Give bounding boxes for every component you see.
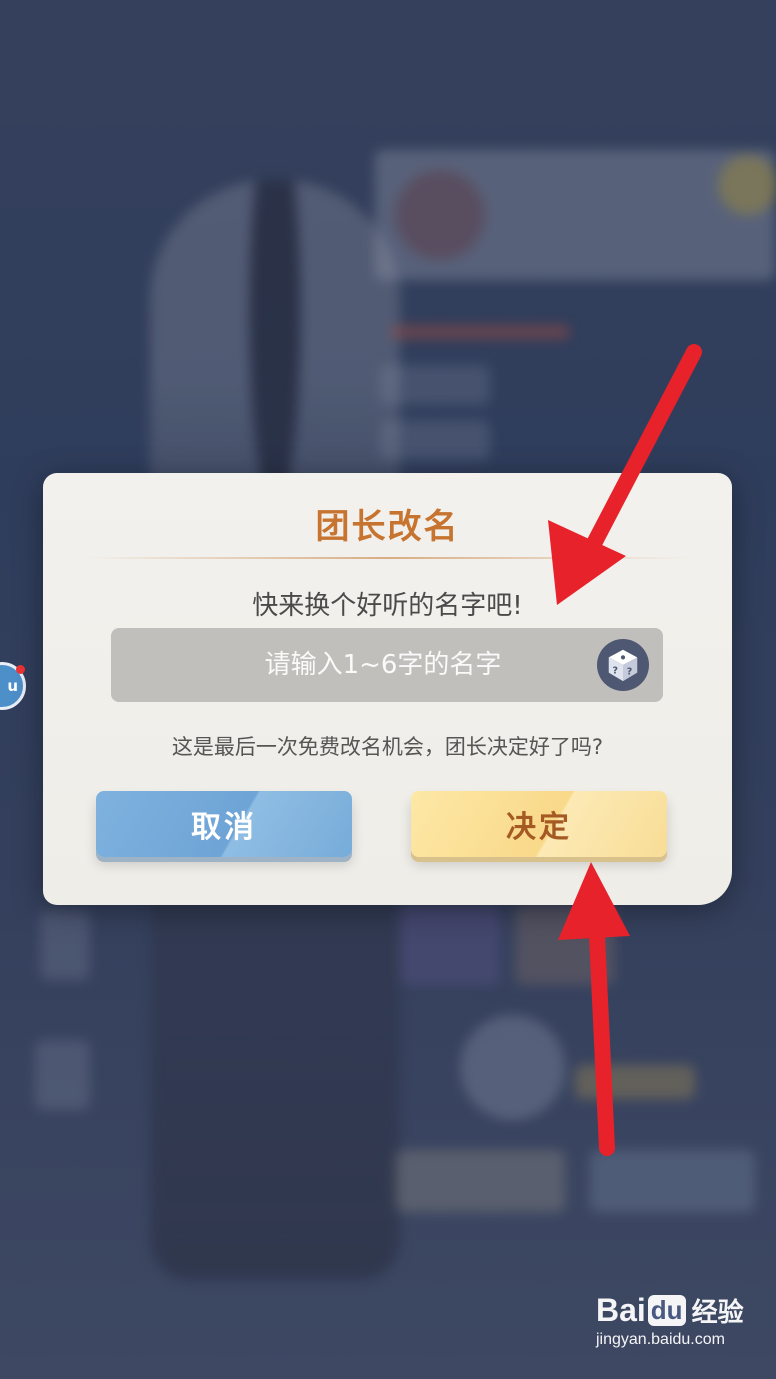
svg-text:?: ? (613, 666, 619, 677)
rename-dialog: 团长改名 快来换个好听的名字吧! ? ? 这是最后一次免费改名机会，团长决定好了… (43, 473, 732, 905)
dialog-title: 团长改名 (315, 507, 460, 547)
notification-dot (16, 665, 25, 674)
cancel-button[interactable]: 取消 (96, 791, 352, 857)
name-input-box[interactable]: ? ? (111, 627, 663, 703)
watermark-brand-jingyan: 经验 (691, 1297, 744, 1327)
title-divider (83, 557, 692, 559)
watermark-brand-du: du (647, 1295, 686, 1326)
watermark-url: jingyan.baidu.com (596, 1331, 725, 1348)
svg-text:?: ? (627, 667, 633, 678)
confirm-button[interactable]: 决定 (411, 791, 667, 857)
watermark-brand-bai: Bai (596, 1292, 646, 1328)
watermark-brand: Bai du 经验 (596, 1292, 744, 1329)
dice-icon-graphic: ? ? (608, 649, 638, 682)
baidu-jingyan-watermark: Bai du 经验 jingyan.baidu.com (596, 1292, 744, 1349)
dice-icon[interactable]: ? ? (597, 639, 649, 691)
last-chance-warning: 这是最后一次免费改名机会，团长决定好了吗? (171, 735, 604, 759)
name-input[interactable] (111, 627, 597, 703)
floating-assistant-label: u (7, 677, 18, 695)
dialog-prompt: 快来换个好听的名字吧! (252, 591, 523, 621)
